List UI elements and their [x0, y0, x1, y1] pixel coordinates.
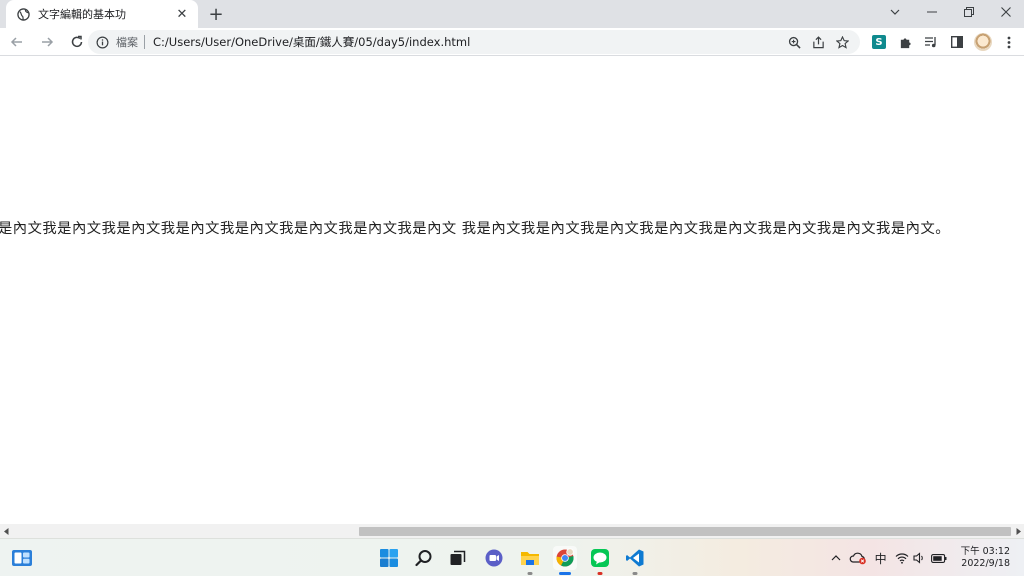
browser-toolbar: 檔案 C:/Users/User/OneDrive/桌面/鐵人賽/05/day5… [0, 28, 1024, 56]
vscode-button[interactable] [623, 546, 647, 575]
browser-window: 文字編輯的基本功 ✕ + 檔案 C:/Users/User/OneDrive/桌… [0, 0, 1024, 576]
window-controls [876, 0, 1024, 28]
address-bar[interactable]: 檔案 C:/Users/User/OneDrive/桌面/鐵人賽/05/day5… [88, 30, 860, 54]
forward-button[interactable] [34, 29, 60, 55]
page-viewport: 是內文我是內文我是內文我是內文我是內文我是內文我是內文我是內文 我是內文我是內文… [0, 57, 1024, 524]
extension-s-button[interactable]: S [866, 30, 892, 54]
tab-title: 文字編輯的基本功 [38, 8, 126, 21]
running-indicator [632, 572, 638, 575]
widgets-button[interactable] [10, 546, 34, 570]
battery-icon [930, 553, 947, 563]
url-text[interactable]: C:/Users/User/OneDrive/桌面/鐵人賽/05/day5/in… [153, 34, 782, 50]
tab-search-button[interactable] [876, 0, 913, 24]
tab-active[interactable]: 文字編輯的基本功 ✕ [6, 0, 198, 28]
new-tab-button[interactable]: + [206, 4, 226, 25]
cloud-error-icon [849, 552, 866, 565]
tab-strip: 文字編輯的基本功 ✕ + [0, 0, 1024, 28]
search-icon [415, 550, 432, 567]
close-window-button[interactable] [987, 0, 1024, 24]
media-button[interactable] [918, 30, 944, 54]
scrollbar-thumb[interactable] [359, 527, 1011, 536]
arrow-right-icon [42, 36, 54, 47]
close-icon [1000, 7, 1011, 17]
minimize-icon [926, 11, 937, 13]
avatar [974, 33, 992, 51]
onedrive-button[interactable] [849, 546, 867, 570]
restore-icon [963, 7, 974, 17]
side-panel-icon [951, 36, 963, 48]
chevron-up-icon [831, 555, 841, 561]
line-icon [591, 549, 609, 567]
info-icon[interactable] [94, 34, 110, 50]
chevron-down-icon [890, 9, 899, 15]
vscode-icon [626, 549, 644, 567]
running-indicator [527, 572, 533, 575]
extension-s-icon: S [872, 35, 886, 49]
chrome-icon [556, 548, 574, 567]
more-vert-icon [1007, 36, 1011, 48]
scroll-right-icon[interactable] [1014, 527, 1022, 535]
side-panel-button[interactable] [944, 30, 970, 54]
chat-icon [485, 549, 503, 567]
file-explorer-button[interactable] [518, 546, 542, 575]
close-icon[interactable]: ✕ [174, 6, 190, 22]
arrow-left-icon [10, 36, 22, 47]
show-hidden-icons-button[interactable] [831, 546, 841, 570]
back-button[interactable] [4, 29, 30, 55]
profile-button[interactable] [970, 30, 996, 54]
body-paragraph: 是內文我是內文我是內文我是內文我是內文我是內文我是內文我是內文 我是內文我是內文… [0, 221, 951, 237]
star-icon[interactable] [830, 31, 854, 53]
divider [144, 35, 145, 49]
clock-date: 2022/9/18 [961, 558, 1010, 569]
search-button[interactable] [412, 546, 436, 570]
menu-button[interactable] [996, 30, 1022, 54]
horizontal-scrollbar[interactable] [0, 524, 1024, 538]
start-button[interactable] [377, 546, 401, 570]
folder-icon [521, 552, 539, 565]
teams-chat-button[interactable] [482, 546, 506, 570]
zoom-icon[interactable] [782, 31, 806, 53]
system-tray: 中 下午 03:12 2022/9/18 [827, 539, 1024, 576]
wifi-icon [895, 553, 909, 564]
task-view-button[interactable] [446, 546, 470, 570]
widgets-icon [12, 550, 32, 566]
minimize-button[interactable] [913, 0, 950, 24]
clock-time: 下午 03:12 [960, 546, 1010, 557]
clock[interactable]: 下午 03:12 2022/9/18 [961, 546, 1010, 570]
task-view-icon [450, 550, 466, 565]
scroll-left-icon[interactable] [2, 527, 10, 535]
notification-indicator [597, 572, 603, 575]
ime-indicator[interactable]: 中 [875, 546, 887, 570]
extensions-button[interactable] [892, 30, 918, 54]
volume-icon [913, 552, 923, 564]
extensions-area: S [866, 30, 1022, 54]
reload-icon [71, 35, 83, 47]
puzzle-icon [900, 37, 911, 48]
share-icon[interactable] [806, 31, 830, 53]
restore-button[interactable] [950, 0, 987, 24]
taskbar: 中 下午 03:12 2022/9/18 [0, 538, 1024, 576]
scheme-label: 檔案 [116, 36, 138, 49]
playlist-icon [925, 36, 936, 47]
reload-button[interactable] [64, 29, 90, 55]
active-indicator [559, 572, 571, 575]
line-app-button[interactable] [588, 546, 612, 575]
network-sound-battery-button[interactable] [895, 546, 947, 570]
omnibox-actions [782, 31, 854, 53]
globe-icon [16, 7, 30, 21]
chrome-taskbar-button[interactable] [553, 546, 577, 575]
windows-logo-icon [380, 549, 398, 567]
